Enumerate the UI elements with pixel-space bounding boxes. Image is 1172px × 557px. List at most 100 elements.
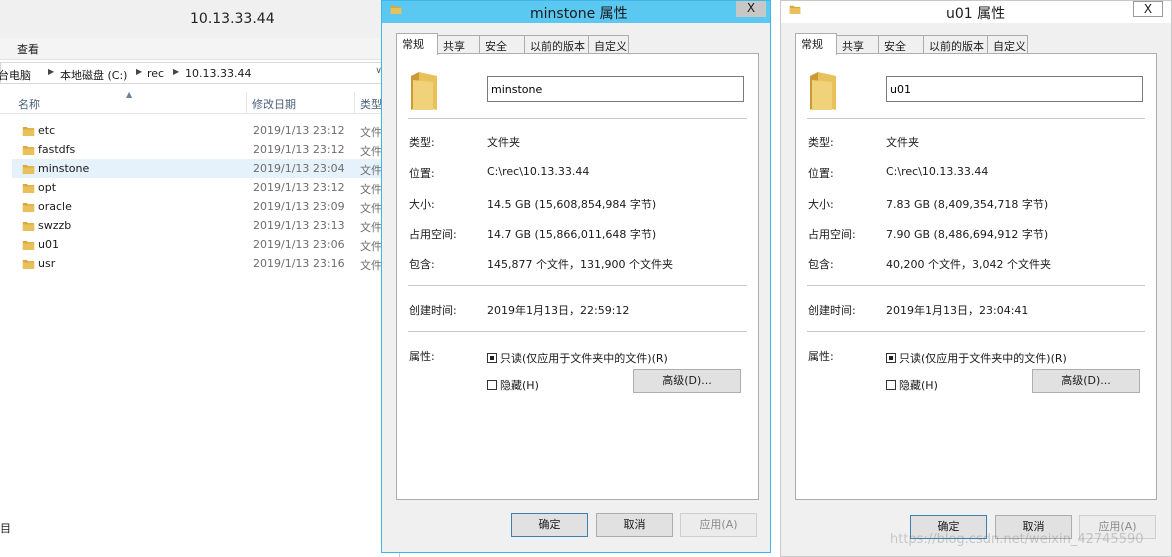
column-type[interactable]: 类型 — [360, 96, 382, 112]
label-created: 创建时间: — [808, 304, 856, 317]
table-row[interactable]: oracle 2019/1/13 23:09 文件 — [12, 197, 399, 216]
folder-icon — [22, 220, 35, 235]
breadcrumb-local-disk[interactable]: 本地磁盘 (C:) — [60, 67, 127, 83]
nav-pane-fragment: 目 — [0, 522, 11, 535]
menu-view[interactable]: 查看 — [17, 41, 39, 57]
tab-4[interactable]: 自定义 — [588, 35, 629, 54]
file-type: 文件 — [360, 221, 382, 234]
divider — [408, 118, 747, 119]
value-contains: 40,200 个文件，3,042 个文件夹 — [886, 258, 1051, 271]
cancel-button[interactable]: 取消 — [596, 513, 673, 537]
breadcrumb-current[interactable]: 10.13.33.44 — [185, 67, 251, 80]
checkbox-mark[interactable] — [487, 380, 497, 390]
label-attributes: 属性: — [808, 350, 834, 363]
tab-0[interactable]: 常规 — [396, 33, 438, 55]
breadcrumb-this-pc[interactable]: 台电脑 — [0, 67, 31, 83]
explorer-titlebar: 10.13.33.44 — [0, 0, 399, 38]
readonly-checkbox[interactable]: 只读(仅应用于文件夹中的文件)(R) — [487, 350, 668, 366]
tab-2[interactable]: 安全 — [878, 35, 924, 54]
hidden-checkbox[interactable]: 隐藏(H) — [487, 377, 539, 393]
file-type: 文件 — [360, 183, 382, 196]
readonly-label[interactable]: 只读(仅应用于文件夹中的文件)(R) — [500, 352, 668, 365]
apply-button[interactable]: 应用(A) — [680, 513, 757, 537]
checkbox-mark[interactable] — [886, 380, 896, 390]
dialog-title: minstone 属性 — [530, 6, 628, 22]
file-name: usr — [38, 257, 56, 270]
tab-0[interactable]: 常规 — [795, 33, 837, 55]
file-type: 文件 — [360, 259, 382, 272]
table-row[interactable]: usr 2019/1/13 23:16 文件 — [12, 254, 399, 273]
file-type: 文件 — [360, 202, 382, 215]
folder-name-input[interactable] — [886, 76, 1143, 102]
label-contains: 包含: — [808, 258, 834, 271]
column-header: ▲ 名称 修改日期 类型 — [0, 90, 399, 114]
label-contains: 包含: — [409, 258, 435, 271]
advanced-button[interactable]: 高级(D)... — [633, 369, 741, 393]
label-location: 位置: — [808, 167, 834, 180]
table-row[interactable]: opt 2019/1/13 23:12 文件 — [12, 178, 399, 197]
properties-dialog-u01: u01 属性 X 常规共享安全以前的版本自定义类型: 文件夹位置: C:\rec\10.… — [780, 0, 1172, 557]
table-row[interactable]: u01 2019/1/13 23:06 文件 — [12, 235, 399, 254]
file-name: minstone — [38, 162, 90, 175]
value-type: 文件夹 — [487, 136, 520, 149]
file-name: opt — [38, 181, 57, 194]
file-name: swzzb — [38, 219, 72, 232]
breadcrumb-separator-icon[interactable]: ▶ — [136, 67, 142, 76]
readonly-label[interactable]: 只读(仅应用于文件夹中的文件)(R) — [899, 352, 1067, 365]
file-date: 2019/1/13 23:12 — [253, 124, 345, 137]
folder-icon — [808, 70, 842, 115]
label-type: 类型: — [808, 136, 834, 149]
file-name: fastdfs — [38, 143, 76, 156]
file-type: 文件 — [360, 145, 382, 158]
value-contains: 145,877 个文件，131,900 个文件夹 — [487, 258, 673, 271]
advanced-button[interactable]: 高级(D)... — [1032, 369, 1140, 393]
tab-3[interactable]: 以前的版本 — [923, 35, 988, 54]
divider — [807, 118, 1145, 119]
file-name: etc — [38, 124, 56, 137]
checkbox-mark[interactable] — [886, 353, 896, 363]
tab-4[interactable]: 自定义 — [987, 35, 1028, 54]
ok-button[interactable]: 确定 — [511, 513, 588, 537]
close-button[interactable]: X — [1133, 1, 1163, 17]
value-location: C:\rec\10.13.33.44 — [886, 165, 989, 178]
value-type: 文件夹 — [886, 136, 919, 149]
label-size: 大小: — [409, 198, 435, 211]
breadcrumb-separator-icon[interactable]: ▶ — [48, 67, 54, 76]
tab-1[interactable]: 共享 — [836, 35, 879, 54]
value-size-on-disk: 7.90 GB (8,486,694,912 字节) — [886, 228, 1049, 241]
general-tab-panel: 类型: 文件夹位置: C:\rec\10.13.33.44 大小: 7.83 GB (8… — [795, 53, 1157, 500]
breadcrumb-rec[interactable]: rec — [147, 67, 164, 80]
column-date[interactable]: 修改日期 — [252, 96, 296, 112]
label-size-on-disk: 占用空间: — [808, 228, 856, 241]
divider — [807, 331, 1145, 332]
checkbox-mark[interactable] — [487, 353, 497, 363]
file-type: 文件 — [360, 240, 382, 253]
value-location: C:\rec\10.13.33.44 — [487, 165, 590, 178]
table-row[interactable]: fastdfs 2019/1/13 23:12 文件 — [12, 140, 399, 159]
column-divider[interactable] — [246, 92, 247, 114]
explorer-menubar: 查看 — [0, 38, 399, 60]
table-row[interactable]: minstone 2019/1/13 23:04 文件 — [12, 159, 399, 178]
tab-3[interactable]: 以前的版本 — [524, 35, 589, 54]
folder-name-input[interactable] — [487, 76, 744, 102]
file-type: 文件 — [360, 164, 382, 177]
table-row[interactable]: swzzb 2019/1/13 23:13 文件 — [12, 216, 399, 235]
close-button[interactable]: X — [736, 1, 766, 17]
column-divider[interactable] — [354, 92, 355, 114]
table-row[interactable]: etc 2019/1/13 23:12 文件 — [12, 121, 399, 140]
label-type: 类型: — [409, 136, 435, 149]
tab-2[interactable]: 安全 — [479, 35, 525, 54]
hidden-label[interactable]: 隐藏(H) — [500, 379, 539, 392]
breadcrumb-separator-icon[interactable]: ▶ — [173, 67, 179, 76]
folder-icon — [22, 163, 35, 178]
address-bar[interactable]: 台电脑 ▶ 本地磁盘 (C:) ▶ rec ▶ 10.13.33.44 ∨ — [0, 62, 385, 84]
hidden-checkbox[interactable]: 隐藏(H) — [886, 377, 938, 393]
readonly-checkbox[interactable]: 只读(仅应用于文件夹中的文件)(R) — [886, 350, 1067, 366]
column-name[interactable]: 名称 — [18, 96, 40, 112]
value-created: 2019年1月13日，23:04:41 — [886, 304, 1029, 317]
hidden-label[interactable]: 隐藏(H) — [899, 379, 938, 392]
dialog-titlebar: u01 属性 X — [781, 1, 1171, 23]
value-size-on-disk: 14.7 GB (15,866,011,648 字节) — [487, 228, 657, 241]
sort-arrow-icon: ▲ — [126, 90, 133, 99]
tab-1[interactable]: 共享 — [437, 35, 480, 54]
